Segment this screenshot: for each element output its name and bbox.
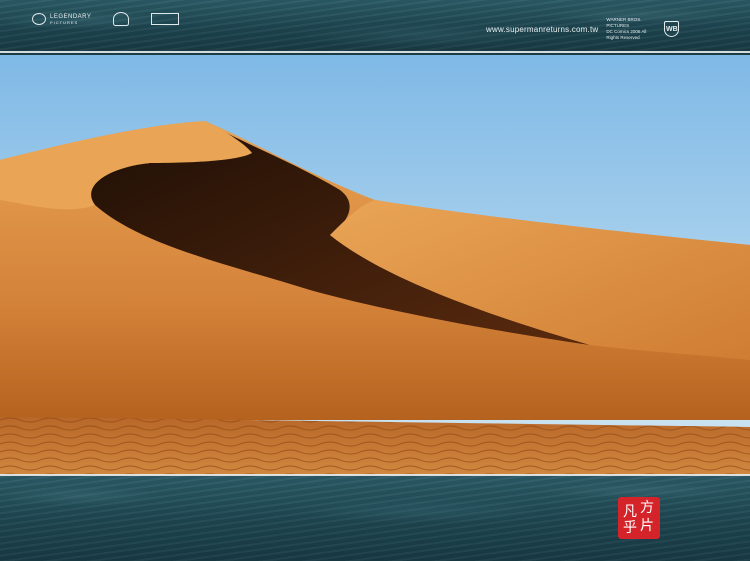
stamp-glyph-1: 方 — [640, 500, 654, 516]
legendary-logo: LEGENDARY PICTURES — [32, 13, 91, 25]
top-ocean-band: LEGENDARY PICTURES www.supermanreturns.c… — [0, 0, 750, 51]
stamp-glyph-4: 乎 — [623, 520, 637, 536]
studio-box-logo-icon — [151, 13, 180, 25]
wb-credit-line1: WARNER BROS. PICTURES — [606, 17, 642, 28]
wb-credit-line2: DC Comics 2006 All Rights Reserved — [606, 29, 647, 40]
top-divider — [0, 51, 750, 53]
shell-logo-icon — [113, 12, 130, 26]
legendary-mark-icon — [32, 13, 46, 25]
studio-logo-3 — [151, 13, 180, 25]
red-seal-stamp: 方 片 凡 乎 — [618, 497, 660, 539]
legendary-logo-subtext: PICTURES — [50, 19, 79, 25]
header-right: www.supermanreturns.com.tw WARNER BROS. … — [486, 17, 680, 41]
wb-shield-icon: WB — [664, 21, 680, 37]
website-url: www.supermanreturns.com.tw — [486, 24, 599, 34]
sand-ripples — [0, 417, 750, 475]
stamp-glyph-2: 片 — [640, 518, 654, 534]
legendary-logo-text: LEGENDARY — [50, 13, 92, 20]
studio-logos: LEGENDARY PICTURES — [32, 12, 180, 26]
stamp-glyph-3: 凡 — [623, 504, 637, 520]
studio-logo-2 — [113, 12, 130, 26]
wb-credit: WARNER BROS. PICTURES DC Comics 2006 All… — [606, 17, 656, 41]
sand-dune-photo — [0, 55, 750, 475]
